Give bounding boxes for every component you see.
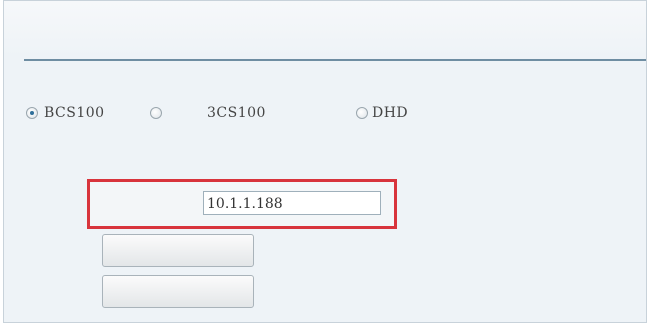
radio-option-dhd[interactable]: DHD [356,102,408,124]
header-area [4,1,646,57]
section-divider [24,59,646,61]
radio-option-3cs100[interactable]: 3CS100 [207,102,266,124]
radio-button-dhd[interactable] [356,107,368,119]
ip-address-highlight [87,179,397,229]
radio-option-bcs100[interactable]: BCS100 [26,102,105,124]
action-button-2[interactable] [102,275,254,308]
radio-button-2[interactable] [150,107,162,119]
radio-button-bcs100[interactable] [26,107,38,119]
settings-panel: BCS100 3CS100 DHD [3,0,647,323]
radio-label-3cs100: 3CS100 [207,105,266,121]
ip-address-input[interactable] [203,191,381,215]
radio-option-2[interactable] [150,102,162,124]
action-button-1[interactable] [102,234,254,267]
radio-label-dhd: DHD [372,105,409,121]
radio-label-bcs100: BCS100 [44,105,105,121]
